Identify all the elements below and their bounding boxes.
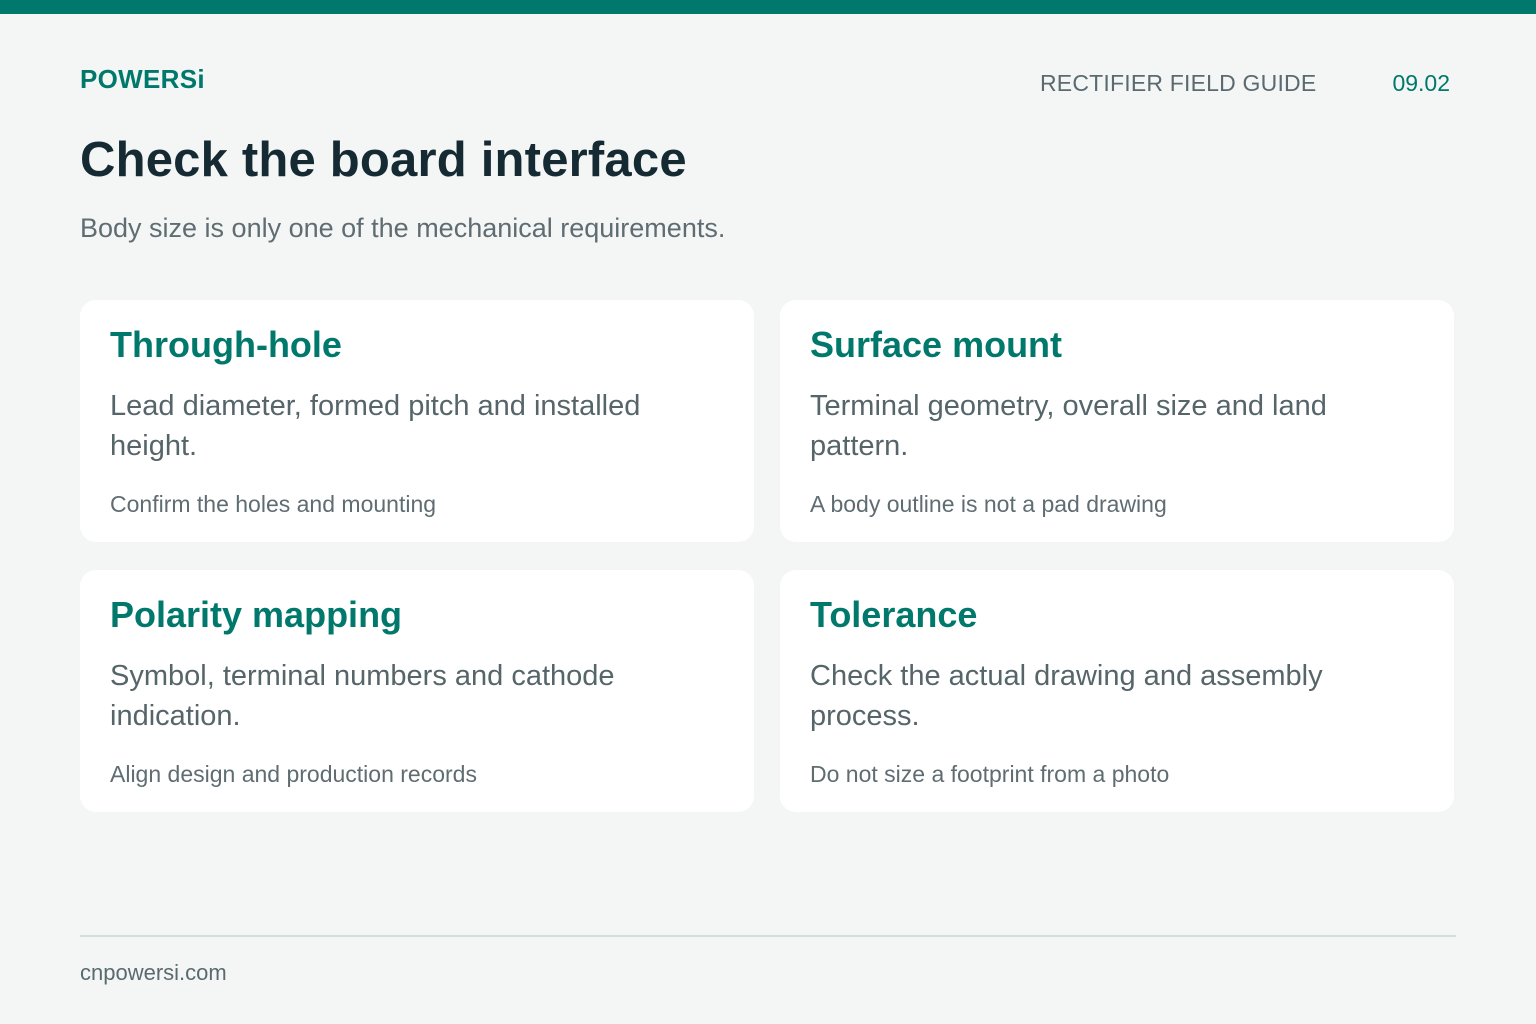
card-body: Lead diameter, formed pitch and installe… <box>110 390 641 462</box>
top-accent-bar <box>0 0 1536 14</box>
guide-label: RECTIFIER FIELD GUIDE <box>1040 70 1317 96</box>
card-title: Tolerance <box>810 594 978 635</box>
footer-url: cnpowersi.com <box>80 960 227 985</box>
card-note: Align design and production records <box>110 761 477 787</box>
card-body: Terminal geometry, overall size and land… <box>810 390 1327 462</box>
card-tolerance: Tolerance Check the actual drawing and a… <box>780 570 1454 812</box>
brand-logo: POWERSi <box>80 64 205 94</box>
card-note: Do not size a footprint from a photo <box>810 761 1170 787</box>
page-subtitle: Body size is only one of the mechanical … <box>80 213 726 243</box>
card-polarity-mapping: Polarity mapping Symbol, terminal number… <box>80 570 754 812</box>
card-note: Confirm the holes and mounting <box>110 491 437 517</box>
card-body: Symbol, terminal numbers and cathode ind… <box>110 660 615 732</box>
card-through-hole: Through-hole Lead diameter, formed pitch… <box>80 300 754 542</box>
page-title: Check the board interface <box>80 133 687 187</box>
card-note: A body outline is not a pad drawing <box>810 491 1167 517</box>
card-title: Through-hole <box>110 324 342 365</box>
card-body: Check the actual drawing and assembly pr… <box>810 660 1323 732</box>
card-title: Polarity mapping <box>110 594 403 635</box>
footer-divider <box>80 935 1456 937</box>
card-surface-mount: Surface mount Terminal geometry, overall… <box>780 300 1454 542</box>
page-number: 09.02 <box>1392 70 1450 96</box>
card-title: Surface mount <box>810 324 1063 365</box>
